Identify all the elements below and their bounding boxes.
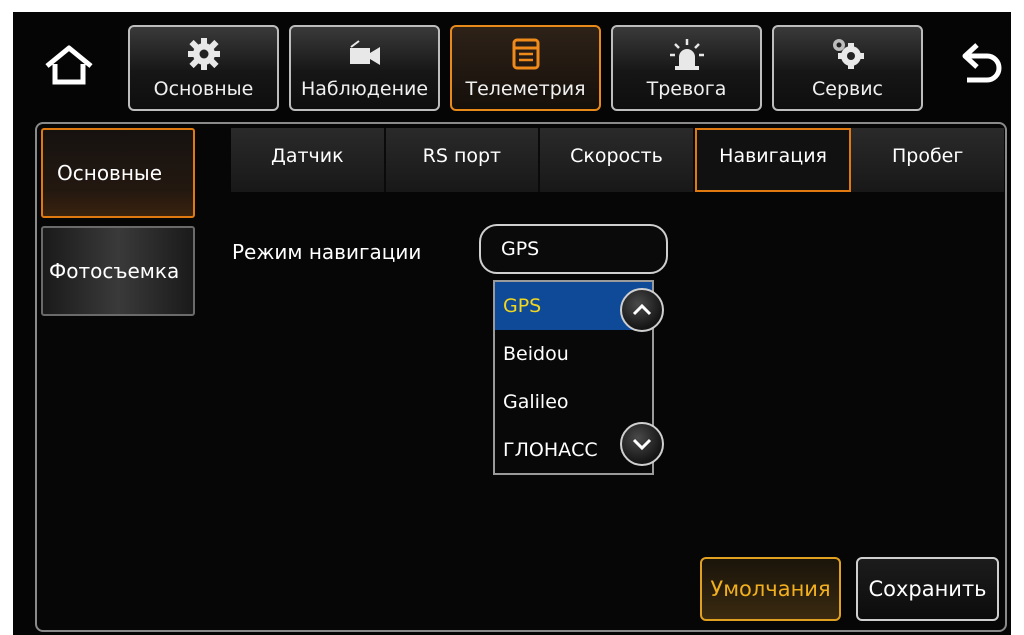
telemetry-icon [512, 38, 539, 70]
tab-alarm[interactable]: Тревога [611, 25, 762, 111]
tab-alarm-label: Тревога [646, 78, 727, 100]
scroll-down-button[interactable] [620, 422, 664, 466]
option-glonass-label: ГЛОНАСС [503, 439, 598, 461]
side-menu-basic[interactable]: Основные [41, 128, 195, 218]
save-button-label: Сохранить [868, 577, 987, 601]
tab-telemetry[interactable]: Телеметрия [450, 25, 601, 111]
side-menu-photo-label: Фотосъемка [49, 259, 180, 283]
option-galileo-label: Galileo [503, 391, 569, 413]
tab-rs-port[interactable]: RS порт [385, 128, 541, 192]
home-icon [45, 45, 93, 85]
tab-basic-label: Основные [153, 78, 254, 100]
chevron-up-icon [632, 303, 652, 316]
top-navigation-bar: Основные Наблюдение Телеметрия Тревога С… [13, 12, 1011, 124]
chevron-down-icon [632, 438, 652, 451]
tab-mileage-label: Пробег [891, 145, 964, 167]
navigation-mode-value: GPS [501, 238, 540, 260]
tab-speed-label: Скорость [570, 145, 663, 167]
tab-surveillance[interactable]: Наблюдение [289, 25, 440, 111]
tab-rs-port-label: RS порт [422, 145, 502, 167]
option-galileo[interactable]: Galileo [495, 378, 652, 426]
defaults-button-label: Умолчания [710, 577, 831, 601]
dvr-screen: Основные Наблюдение Телеметрия Тревога С… [13, 12, 1011, 635]
navigation-mode-label: Режим навигации [232, 240, 422, 264]
gear-icon [187, 38, 220, 70]
back-button[interactable] [955, 40, 1007, 90]
option-beidou-label: Beidou [503, 343, 569, 365]
tab-sensor[interactable]: Датчик [231, 128, 386, 192]
tab-navigation-label: Навигация [719, 145, 827, 167]
back-arrow-icon [962, 43, 1002, 83]
navigation-mode-select[interactable]: GPS [479, 224, 668, 274]
option-gps-label: GPS [503, 295, 542, 317]
tab-basic[interactable]: Основные [128, 25, 279, 111]
service-gears-icon [832, 39, 864, 69]
tab-sensor-label: Датчик [270, 145, 344, 167]
tab-surveillance-label: Наблюдение [300, 78, 429, 100]
alarm-light-icon [669, 39, 704, 70]
sub-tab-bar: Датчик RS порт Скорость Навигация Пробег [231, 128, 1004, 192]
tab-service[interactable]: Сервис [772, 25, 923, 111]
save-button[interactable]: Сохранить [856, 557, 999, 621]
tab-navigation[interactable]: Навигация [694, 128, 852, 192]
tab-mileage[interactable]: Пробег [851, 128, 1004, 192]
video-camera-icon [349, 40, 380, 65]
defaults-button[interactable]: Умолчания [700, 557, 841, 621]
tab-speed[interactable]: Скорость [540, 128, 695, 192]
home-button[interactable] [41, 40, 97, 90]
option-beidou[interactable]: Beidou [495, 330, 652, 378]
scroll-up-button[interactable] [620, 288, 664, 332]
side-menu-basic-label: Основные [57, 161, 163, 185]
tab-telemetry-label: Телеметрия [465, 78, 586, 100]
tab-service-label: Сервис [811, 78, 883, 100]
side-menu-photo[interactable]: Фотосъемка [41, 226, 195, 316]
